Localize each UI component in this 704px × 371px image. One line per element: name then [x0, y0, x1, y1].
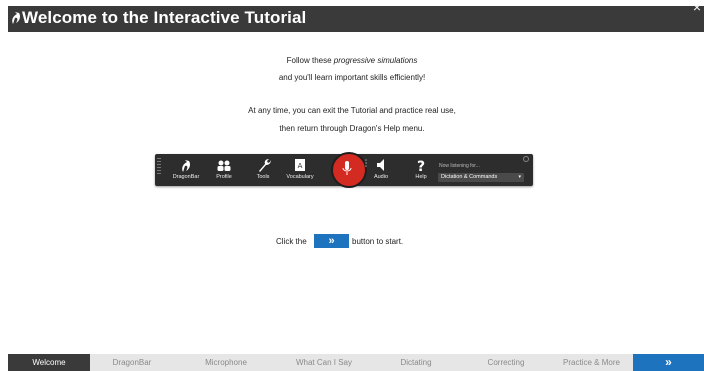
intro-line-2: and you'll learn important skills effici… — [278, 73, 426, 82]
wrench-icon — [259, 159, 271, 172]
vocabulary-icon: A — [295, 159, 305, 171]
tab-dragonbar[interactable]: DragonBar — [90, 354, 174, 371]
listening-label: Now listening for... — [439, 163, 480, 169]
dragonbar-grip[interactable] — [157, 156, 161, 184]
tutorial-nav: Welcome DragonBar Microphone What Can I … — [8, 354, 704, 371]
tools-button[interactable]: Tools — [251, 156, 275, 184]
intro-line-3: At any time, you can exit the Tutorial a… — [248, 106, 456, 115]
dragonbar-image: DragonBar Profile Tools A Vocabulary Aud… — [155, 152, 533, 188]
vocabulary-button[interactable]: A Vocabulary — [283, 156, 317, 184]
audio-button[interactable]: Audio — [369, 156, 393, 184]
svg-text:A: A — [298, 162, 303, 170]
title-bar: Welcome to the Interactive Tutorial — [8, 6, 704, 32]
tab-microphone[interactable]: Microphone — [174, 354, 278, 371]
dragon-logo-icon — [182, 160, 190, 172]
start-prompt: Click the » button to start. — [0, 234, 704, 248]
start-next-icon: » — [314, 234, 349, 248]
chevron-down-icon: ▾ — [518, 174, 521, 180]
mic-level-dots-icon — [365, 159, 367, 167]
mode-dropdown[interactable]: Dictation & Commands ▾ — [438, 173, 524, 182]
start-prompt-post: button to start. — [352, 237, 404, 246]
svg-text:?: ? — [417, 159, 425, 174]
intro-line-1: Follow these progressive simulations — [286, 56, 418, 65]
pin-icon[interactable] — [523, 156, 529, 162]
next-button[interactable]: » — [633, 354, 704, 371]
profile-icon — [217, 160, 231, 171]
intro-line-4: then return through Dragon's Help menu. — [279, 124, 425, 133]
mode-value: Dictation & Commands — [441, 174, 498, 180]
window-title: Welcome to the Interactive Tutorial — [22, 8, 307, 27]
tab-practice-and-more[interactable]: Practice & More — [550, 354, 633, 371]
tab-correcting[interactable]: Correcting — [462, 354, 550, 371]
microphone-icon — [342, 161, 352, 175]
tab-welcome[interactable]: Welcome — [8, 354, 90, 371]
close-button[interactable]: × — [690, 0, 704, 16]
speaker-icon — [377, 159, 384, 171]
microphone-button[interactable] — [331, 152, 367, 188]
start-prompt-pre: Click the — [276, 237, 307, 246]
dragon-logo-icon — [12, 12, 20, 24]
intro-emphasis: progressive simulations — [333, 56, 418, 65]
help-button[interactable]: ? Help — [410, 156, 432, 184]
tab-what-can-i-say[interactable]: What Can I Say — [278, 354, 370, 371]
profile-button[interactable]: Profile — [210, 156, 238, 184]
dragonbar-button[interactable]: DragonBar — [169, 156, 203, 184]
question-icon: ? — [417, 159, 425, 174]
tab-dictating[interactable]: Dictating — [370, 354, 462, 371]
